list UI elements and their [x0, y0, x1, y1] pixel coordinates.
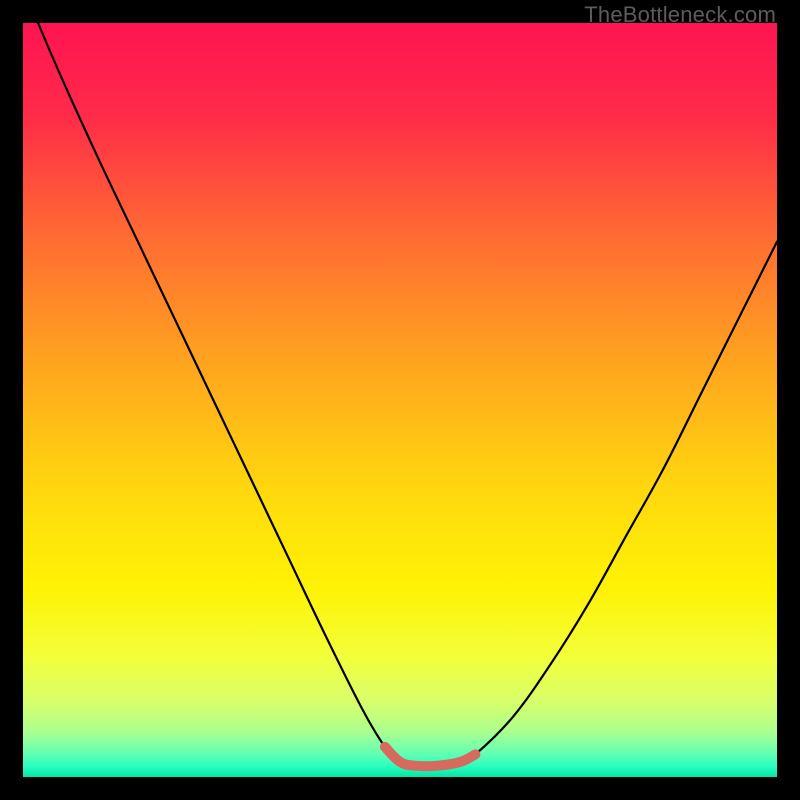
- bottleneck-curve: [38, 23, 777, 766]
- curve-layer: [23, 23, 777, 777]
- chart-frame: TheBottleneck.com: [0, 0, 800, 800]
- bottleneck-curve-minimum-highlight: [385, 747, 475, 766]
- plot-area: [23, 23, 777, 777]
